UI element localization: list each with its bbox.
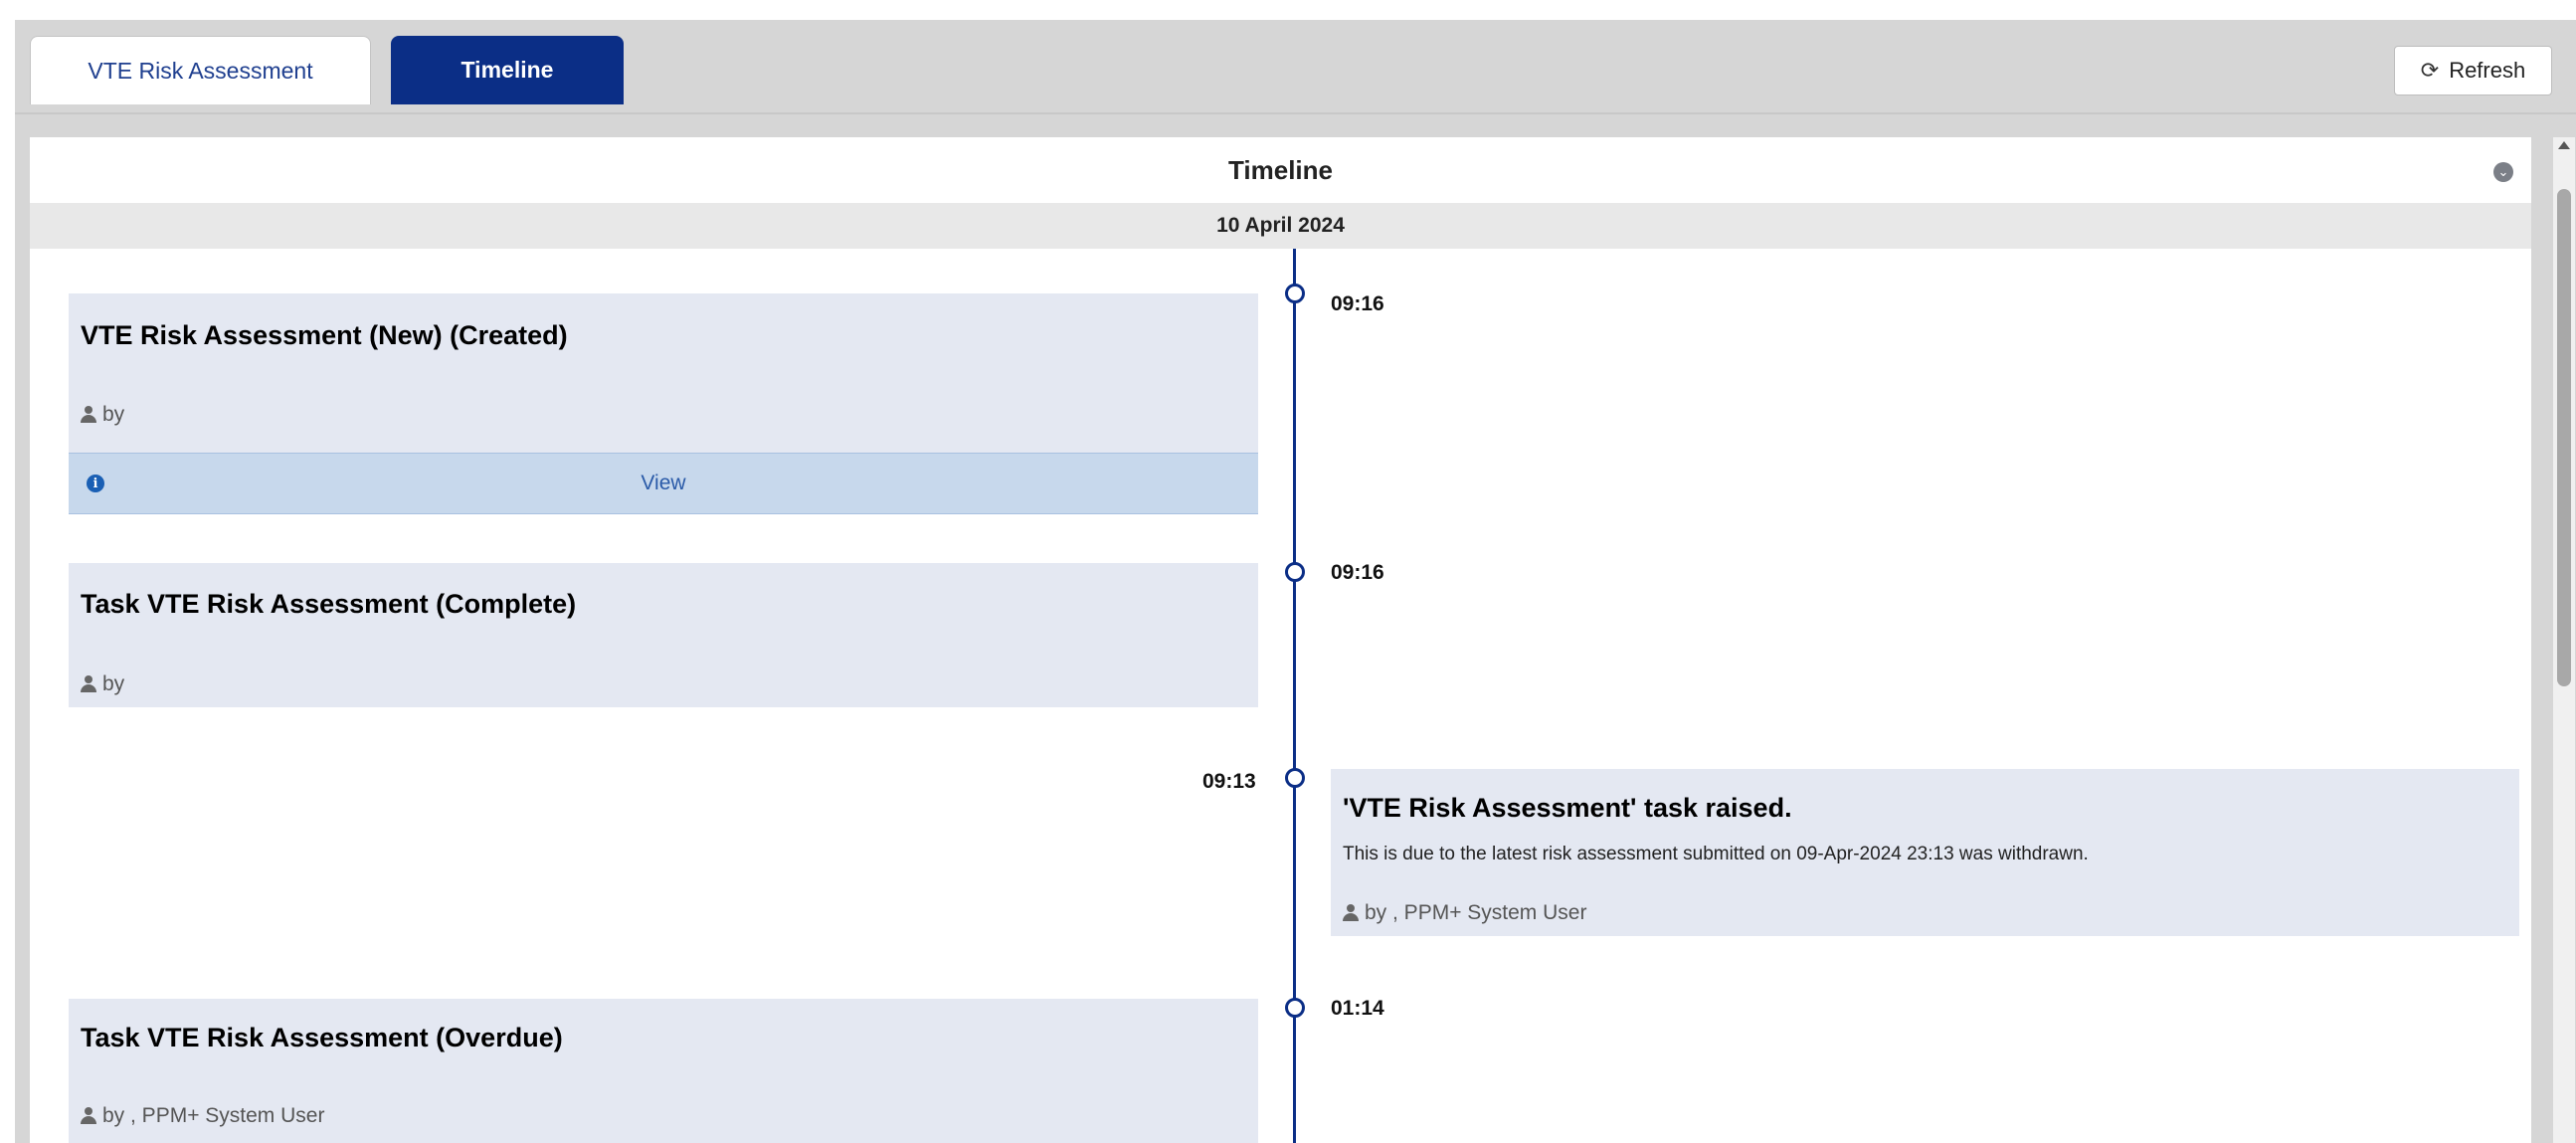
user-icon <box>81 675 96 693</box>
chevron-down-icon[interactable]: ⌄ <box>2493 162 2513 182</box>
event-title: Task VTE Risk Assessment (Complete) <box>81 589 577 619</box>
event-author: by , PPM+ System User <box>81 1104 324 1128</box>
timeline-node <box>1285 562 1305 582</box>
timeline-node <box>1285 998 1305 1018</box>
event-author-text: by <box>102 672 125 695</box>
date-header: 10 April 2024 <box>30 203 2531 249</box>
event-card: Task VTE Risk Assessment (Complete) by <box>69 563 1258 707</box>
event-description: This is due to the latest risk assessmen… <box>1343 844 2089 864</box>
event-card: 'VTE Risk Assessment' task raised. This … <box>1331 769 2519 936</box>
timeline-node <box>1285 768 1305 788</box>
event-author: by , PPM+ System User <box>1343 901 1586 925</box>
event-author-text: by , PPM+ System User <box>102 1104 325 1127</box>
app-frame: VTE Risk Assessment Timeline ⟳ Refresh T… <box>15 20 2576 1143</box>
panel-title: Timeline <box>1227 154 1333 185</box>
tab-timeline[interactable]: Timeline <box>391 36 624 104</box>
event-time: 01:14 <box>1331 997 1384 1020</box>
event-time: 09:16 <box>1331 561 1384 584</box>
event-title: Task VTE Risk Assessment (Overdue) <box>81 1023 563 1052</box>
view-link[interactable]: View <box>69 472 1258 495</box>
user-icon <box>1343 904 1359 922</box>
timeline-node <box>1285 284 1305 303</box>
event-title: VTE Risk Assessment (New) (Created) <box>81 320 568 350</box>
tab-divider <box>15 112 2576 114</box>
view-bar: i View <box>69 453 1258 514</box>
refresh-label: Refresh <box>2449 58 2526 83</box>
event-author: by <box>81 403 124 427</box>
event-time: 09:16 <box>1331 292 1384 315</box>
event-author: by <box>81 672 124 696</box>
refresh-button[interactable]: ⟳ Refresh <box>2394 46 2552 95</box>
vertical-scrollbar[interactable] <box>2553 137 2575 1143</box>
event-card: Task VTE Risk Assessment (Overdue) by , … <box>69 999 1258 1143</box>
event-time: 09:13 <box>1202 770 1256 793</box>
scroll-up-arrow-icon[interactable] <box>2558 141 2570 149</box>
user-icon <box>81 1107 96 1125</box>
event-author-text: by <box>102 403 125 426</box>
tab-vte-risk-assessment[interactable]: VTE Risk Assessment <box>30 36 371 104</box>
event-author-text: by , PPM+ System User <box>1365 901 1587 924</box>
scroll-thumb[interactable] <box>2557 189 2571 686</box>
timeline-panel: Timeline ⌄ 10 April 2024 09:16 VTE Risk … <box>30 137 2531 1143</box>
event-card: VTE Risk Assessment (New) (Created) by i… <box>69 293 1258 514</box>
user-icon <box>81 406 96 424</box>
event-title: 'VTE Risk Assessment' task raised. <box>1343 793 1792 823</box>
refresh-icon: ⟳ <box>2420 58 2440 83</box>
